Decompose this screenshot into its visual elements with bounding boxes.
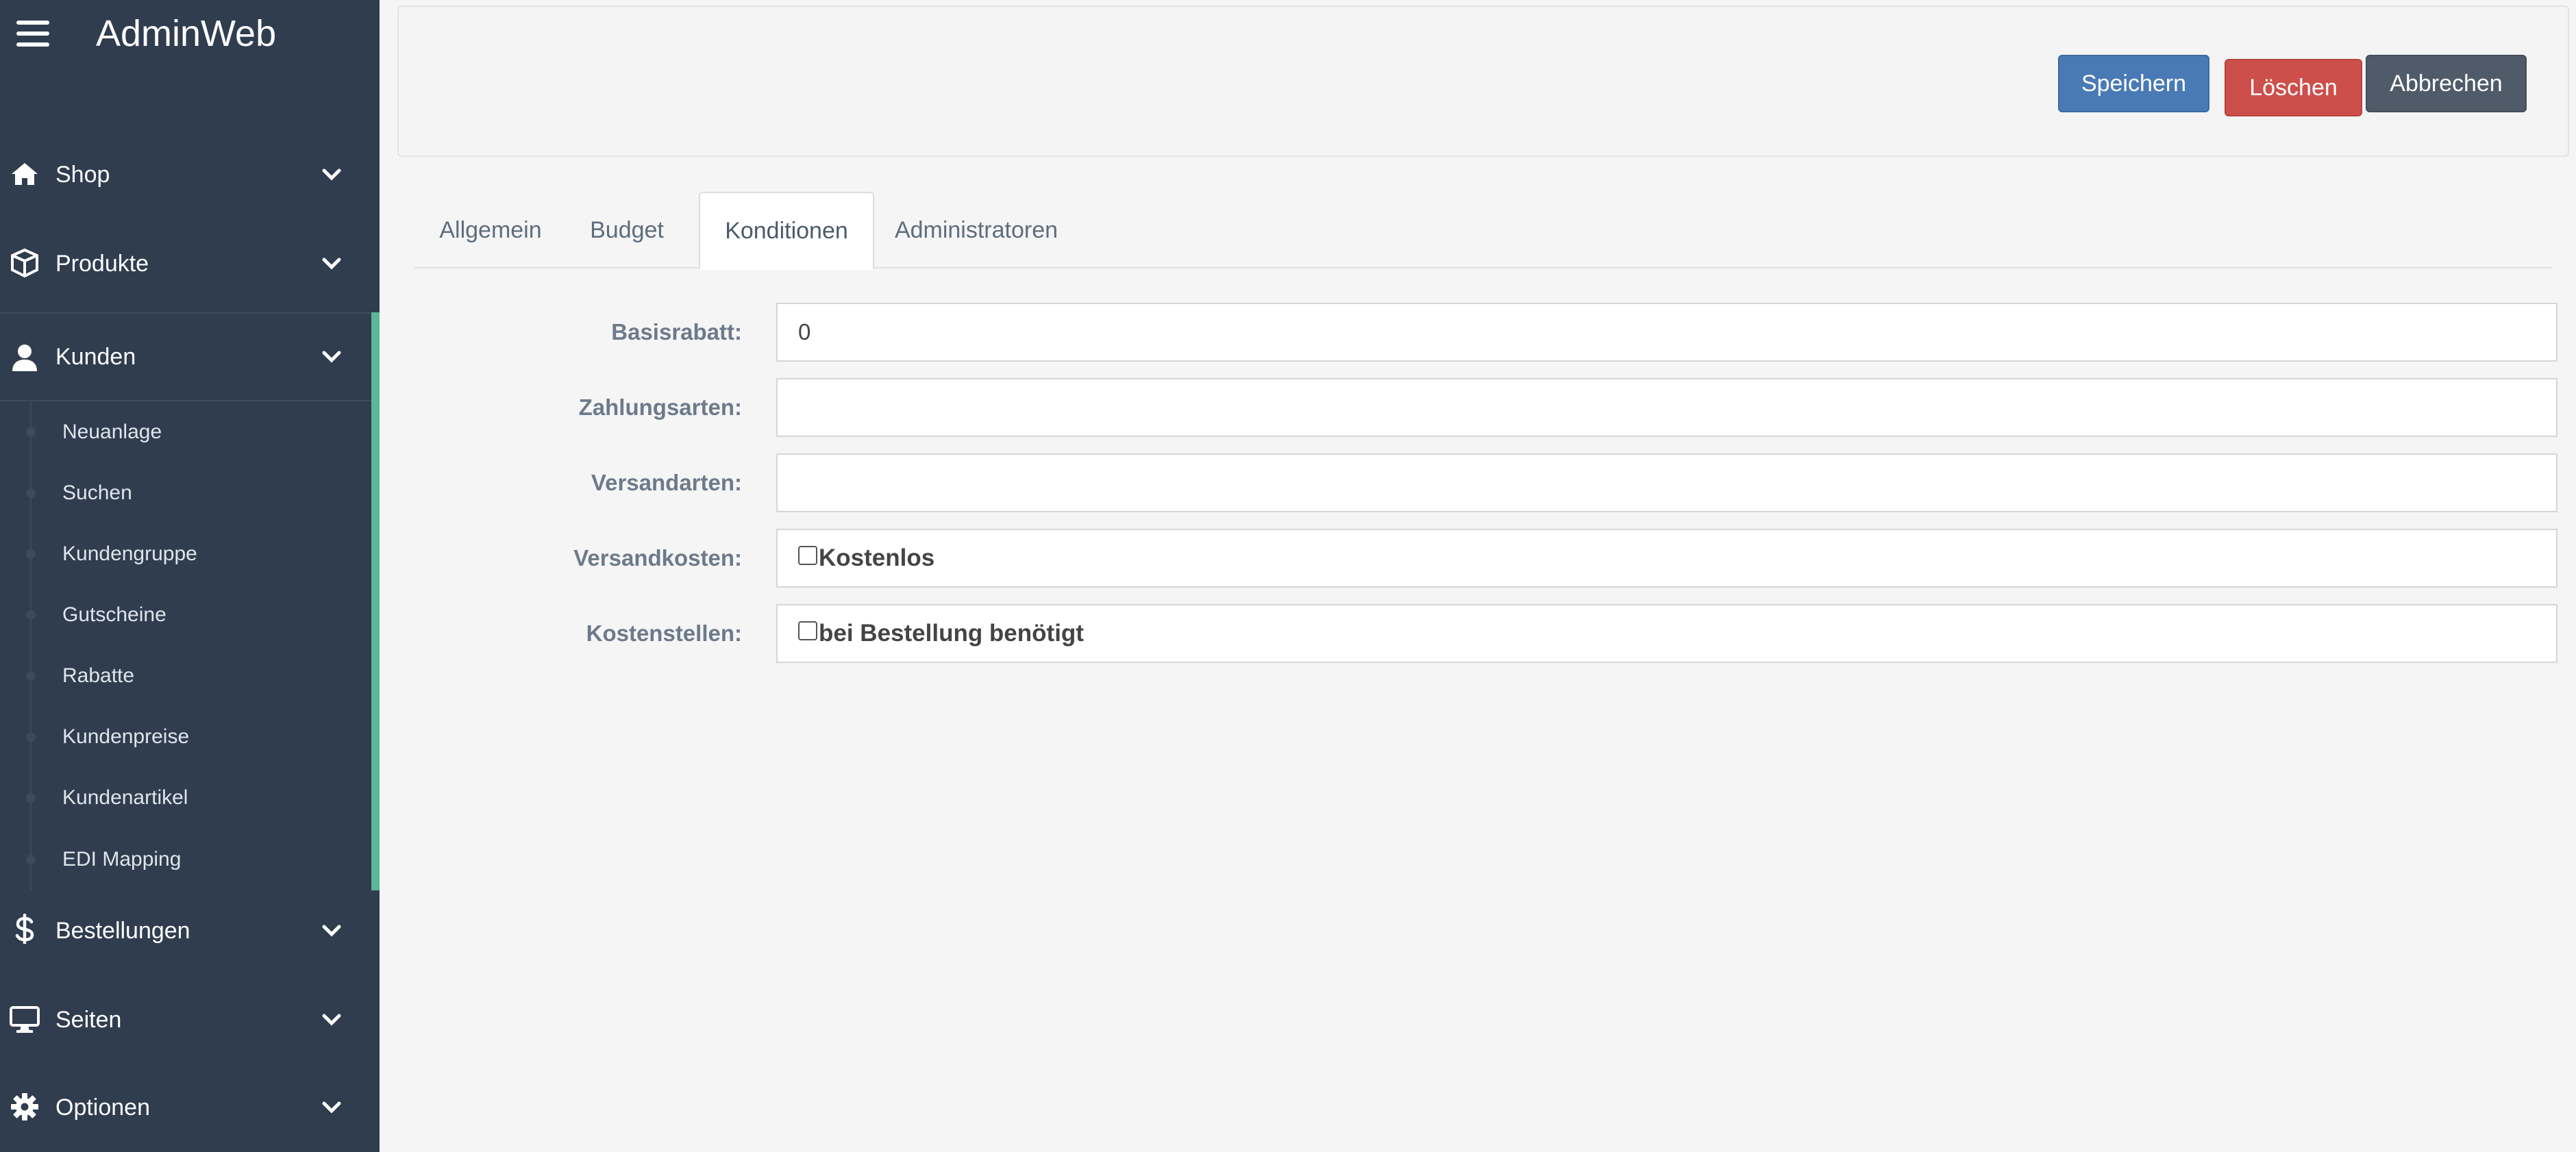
monitor-icon <box>10 1006 40 1033</box>
submenu-item-label: EDI Mapping <box>62 847 182 871</box>
sidebar-item-label: Shop <box>55 161 110 188</box>
bullet-icon <box>26 549 36 559</box>
kostenstellen-label: Kostenstellen: <box>586 621 742 646</box>
submenu-item-label: Suchen <box>62 481 132 504</box>
tab-budget[interactable]: Budget <box>567 192 687 268</box>
sidebar-item-produkte[interactable]: Produkte <box>0 219 380 308</box>
sidebar-item-label: Produkte <box>55 250 149 277</box>
submenu-item-label: Gutscheine <box>62 603 166 626</box>
sidebar-item-bestellungen[interactable]: Bestellungen <box>0 886 380 975</box>
hamburger-menu-icon[interactable] <box>16 21 49 47</box>
sidebar-item-label: Bestellungen <box>55 917 190 944</box>
zahlungsarten-label: Zahlungsarten: <box>578 395 742 420</box>
bullet-icon <box>26 671 36 681</box>
save-button[interactable]: Speichern <box>2058 55 2209 112</box>
user-icon <box>12 345 37 371</box>
sidebar-item-seiten[interactable]: Seiten <box>0 975 380 1064</box>
chevron-down-icon <box>322 351 341 363</box>
sidebar-item-optionen[interactable]: Optionen <box>0 1063 380 1152</box>
bullet-icon <box>26 610 36 620</box>
tab-allgemein[interactable]: Allgemein <box>414 192 567 268</box>
versandarten-input[interactable] <box>776 453 2558 512</box>
versandkosten-label: Versandkosten: <box>573 545 742 571</box>
form-row-versandarten: Versandarten: <box>414 453 2558 512</box>
sidebar-item-label: Optionen <box>55 1094 150 1120</box>
cancel-button[interactable]: Abbrechen <box>2366 55 2527 112</box>
submenu-item-label: Kundenpreise <box>62 725 190 748</box>
submenu-item-label: Kundenartikel <box>62 786 188 809</box>
versandarten-label: Versandarten: <box>591 470 742 495</box>
basisrabatt-label: Basisrabatt: <box>611 319 742 345</box>
chevron-down-icon <box>322 1014 341 1026</box>
basisrabatt-input[interactable]: 0 <box>776 303 2558 362</box>
gear-icon <box>11 1093 38 1120</box>
form-row-versandkosten: Versandkosten: Kostenlos <box>414 529 2558 588</box>
tab-administratoren[interactable]: Administratoren <box>880 192 1072 268</box>
bullet-icon <box>26 427 36 437</box>
submenu-item-edi-mapping[interactable]: EDI Mapping <box>0 829 370 890</box>
tab-konditionen[interactable]: Konditionen <box>699 192 874 270</box>
active-section-indicator <box>371 312 380 890</box>
sidebar-item-shop[interactable]: Shop <box>0 130 380 219</box>
submenu-item-kundenartikel[interactable]: Kundenartikel <box>0 767 370 828</box>
submenu-item-label: Rabatte <box>62 664 135 687</box>
submenu-item-label: Kundengruppe <box>62 542 197 565</box>
bullet-icon <box>26 731 36 742</box>
bullet-icon <box>26 792 36 803</box>
tab-bar: Allgemein Budget Konditionen Administrat… <box>414 192 2552 270</box>
bullet-icon <box>26 488 36 498</box>
submenu-item-suchen[interactable]: Suchen <box>0 462 370 523</box>
bestellung-benoetigt-checkbox-label[interactable]: bei Bestellung benötigt <box>819 620 1084 647</box>
submenu-item-label: Neuanlage <box>62 420 162 443</box>
form-row-zahlungsarten: Zahlungsarten: <box>414 378 2558 437</box>
home-icon <box>12 163 38 185</box>
chevron-down-icon <box>322 925 341 937</box>
submenu-item-kundengruppe[interactable]: Kundengruppe <box>0 523 370 584</box>
submenu-item-kundenpreise[interactable]: Kundenpreise <box>0 706 370 767</box>
app-title: AdminWeb <box>96 13 277 54</box>
sidebar: AdminWeb Shop Produkte Kunden Neuanlage … <box>0 0 380 1152</box>
versandkosten-field: Kostenlos <box>776 529 2558 588</box>
submenu-item-rabatte[interactable]: Rabatte <box>0 645 370 706</box>
kostenlos-checkbox[interactable] <box>798 546 817 565</box>
kostenstellen-field: bei Bestellung benötigt <box>776 604 2558 663</box>
brand-header: AdminWeb <box>0 0 380 68</box>
form-row-kostenstellen: Kostenstellen: bei Bestellung benötigt <box>414 604 2558 663</box>
chevron-down-icon <box>322 258 341 270</box>
form-row-basisrabatt: Basisrabatt: 0 <box>414 303 2558 362</box>
sidebar-item-label: Seiten <box>55 1006 122 1033</box>
submenu-item-gutscheine[interactable]: Gutscheine <box>0 584 370 645</box>
bullet-icon <box>26 854 36 864</box>
delete-button[interactable]: Löschen <box>2225 59 2362 116</box>
kostenlos-checkbox-label[interactable]: Kostenlos <box>819 544 934 572</box>
sidebar-item-kunden[interactable]: Kunden <box>0 312 380 401</box>
bestellung-benoetigt-checkbox[interactable] <box>798 621 817 640</box>
chevron-down-icon <box>322 1101 341 1114</box>
box-icon <box>11 248 38 278</box>
chevron-down-icon <box>322 168 341 181</box>
submenu-item-neuanlage[interactable]: Neuanlage <box>0 401 370 462</box>
dollar-icon <box>15 914 34 944</box>
sidebar-item-label: Kunden <box>55 343 136 370</box>
zahlungsarten-input[interactable] <box>776 378 2558 437</box>
